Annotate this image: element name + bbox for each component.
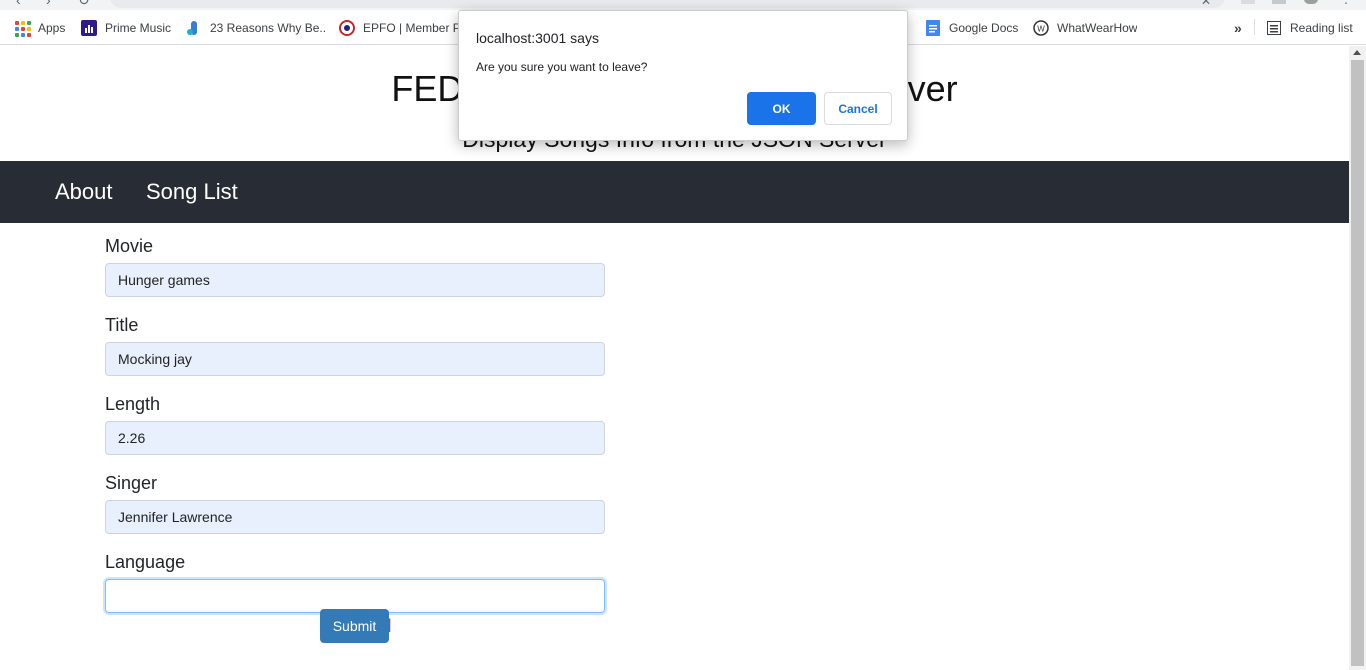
submit-button[interactable]: Submit bbox=[320, 609, 389, 643]
bookmark-label: EPFO | Member Pa bbox=[363, 20, 459, 35]
apps-grid-icon bbox=[14, 20, 31, 37]
bookmark-label: Prime Music bbox=[105, 20, 172, 35]
dialog-message: Are you sure you want to leave? bbox=[476, 60, 648, 74]
movie-label: Movie bbox=[105, 236, 154, 256]
prime-music-icon bbox=[81, 19, 97, 36]
language-label: Language bbox=[105, 552, 186, 572]
singer-label: Singer bbox=[105, 473, 158, 493]
reading-list-icon bbox=[1266, 20, 1282, 36]
nav-link-about[interactable]: About bbox=[55, 161, 113, 223]
leave-confirm-dialog: localhost:3001 says Are you sure you wan… bbox=[458, 10, 908, 141]
singer-input[interactable] bbox=[105, 500, 605, 534]
length-label: Length bbox=[105, 394, 161, 414]
bookmarks-divider bbox=[1254, 19, 1255, 35]
bookmark-label: Google Docs bbox=[949, 20, 1019, 35]
nav-link-song-list[interactable]: Song List bbox=[146, 161, 238, 223]
menu-icon[interactable]: ⋮ bbox=[1340, 0, 1352, 6]
bookmarks-overflow-button[interactable]: » bbox=[1234, 10, 1242, 45]
bookmark-label: WhatWearHow bbox=[1057, 20, 1138, 35]
bookmark-prime-music[interactable]: Prime Music bbox=[81, 10, 171, 45]
bookmark-label: 23 Reasons Why Be... bbox=[210, 20, 326, 35]
reload-icon[interactable]: ↻ bbox=[78, 0, 90, 9]
puzzle-icon[interactable] bbox=[1272, 0, 1286, 4]
title-input[interactable] bbox=[105, 342, 605, 376]
extension-icon[interactable] bbox=[1241, 0, 1255, 4]
bookmark-whatwearhow[interactable]: W WhatWearHow bbox=[1033, 10, 1137, 45]
dialog-title: localhost:3001 says bbox=[476, 30, 599, 46]
bookmark-google-docs[interactable]: Google Docs bbox=[925, 10, 1018, 45]
reading-list-button[interactable]: Reading list bbox=[1266, 10, 1353, 45]
bookmark-apps[interactable]: Apps bbox=[14, 10, 65, 45]
whatwearhow-icon: W bbox=[1033, 19, 1049, 36]
language-input[interactable] bbox=[105, 579, 605, 613]
clear-address-icon[interactable]: ✕ bbox=[1201, 0, 1211, 8]
bookmark-site-icon bbox=[186, 20, 202, 36]
navbar: About Song List bbox=[0, 161, 1349, 223]
length-input[interactable] bbox=[105, 421, 605, 455]
dialog-cancel-button[interactable]: Cancel bbox=[824, 92, 892, 125]
bookmark-23-reasons[interactable]: 23 Reasons Why Be... bbox=[186, 10, 326, 45]
reading-list-label: Reading list bbox=[1290, 20, 1353, 35]
bookmark-label: Apps bbox=[38, 20, 66, 35]
scroll-up-arrow-icon[interactable] bbox=[1353, 50, 1361, 55]
forward-icon[interactable]: › bbox=[46, 0, 51, 8]
page-scrollbar[interactable] bbox=[1349, 46, 1366, 670]
bookmark-epfo[interactable]: EPFO | Member Pa bbox=[339, 10, 459, 45]
dialog-ok-button[interactable]: OK bbox=[747, 92, 816, 125]
title-label: Title bbox=[105, 315, 139, 335]
google-docs-icon bbox=[925, 19, 941, 36]
address-bar[interactable] bbox=[110, 0, 1225, 8]
scroll-thumb[interactable] bbox=[1351, 60, 1364, 666]
epfo-icon bbox=[339, 19, 355, 36]
back-icon[interactable]: ‹ bbox=[16, 0, 21, 8]
svg-text:W: W bbox=[1037, 24, 1045, 33]
movie-input[interactable] bbox=[105, 263, 605, 297]
